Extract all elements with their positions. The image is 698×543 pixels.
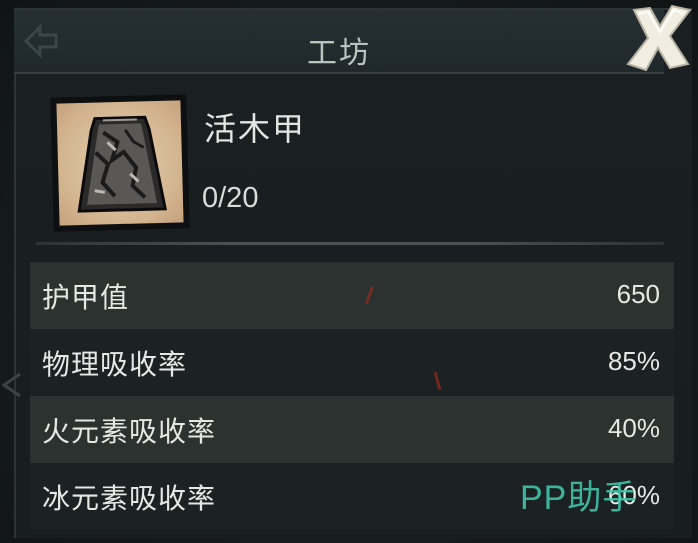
stat-label: 护甲值 [42, 281, 130, 314]
stat-row-armor: 护甲值 650 [30, 262, 674, 329]
wooden-armor-icon [77, 115, 168, 213]
close-icon[interactable] [620, 0, 698, 78]
stat-label: 冰元素吸收率 [42, 482, 217, 515]
back-arrow-icon[interactable] [18, 18, 64, 64]
item-count: 0/20 [202, 182, 259, 214]
item-name: 活木甲 [204, 110, 307, 148]
item-icon-frame[interactable] [50, 94, 190, 232]
stat-row-physical-absorb: 物理吸收率 85% [30, 329, 674, 396]
title-bar: 工坊 [14, 10, 664, 74]
stat-value: 650 [616, 279, 660, 309]
left-arrow-icon [1, 372, 21, 398]
stat-value: 85% [607, 346, 660, 376]
section-divider [36, 242, 664, 245]
stat-label: 火元素吸收率 [42, 415, 217, 448]
stat-value: 40% [607, 413, 660, 443]
workshop-screen: 工坊 活木甲 0/20 护甲值 650 物理吸收率 85% 火元素吸收率 40%… [0, 0, 698, 543]
item-icon-background [56, 100, 184, 226]
stat-row-fire-absorb: 火元素吸收率 40% [30, 396, 674, 463]
watermark: PP助手 [520, 479, 638, 517]
stat-label: 物理吸收率 [42, 348, 188, 381]
page-title: 工坊 [307, 36, 371, 71]
